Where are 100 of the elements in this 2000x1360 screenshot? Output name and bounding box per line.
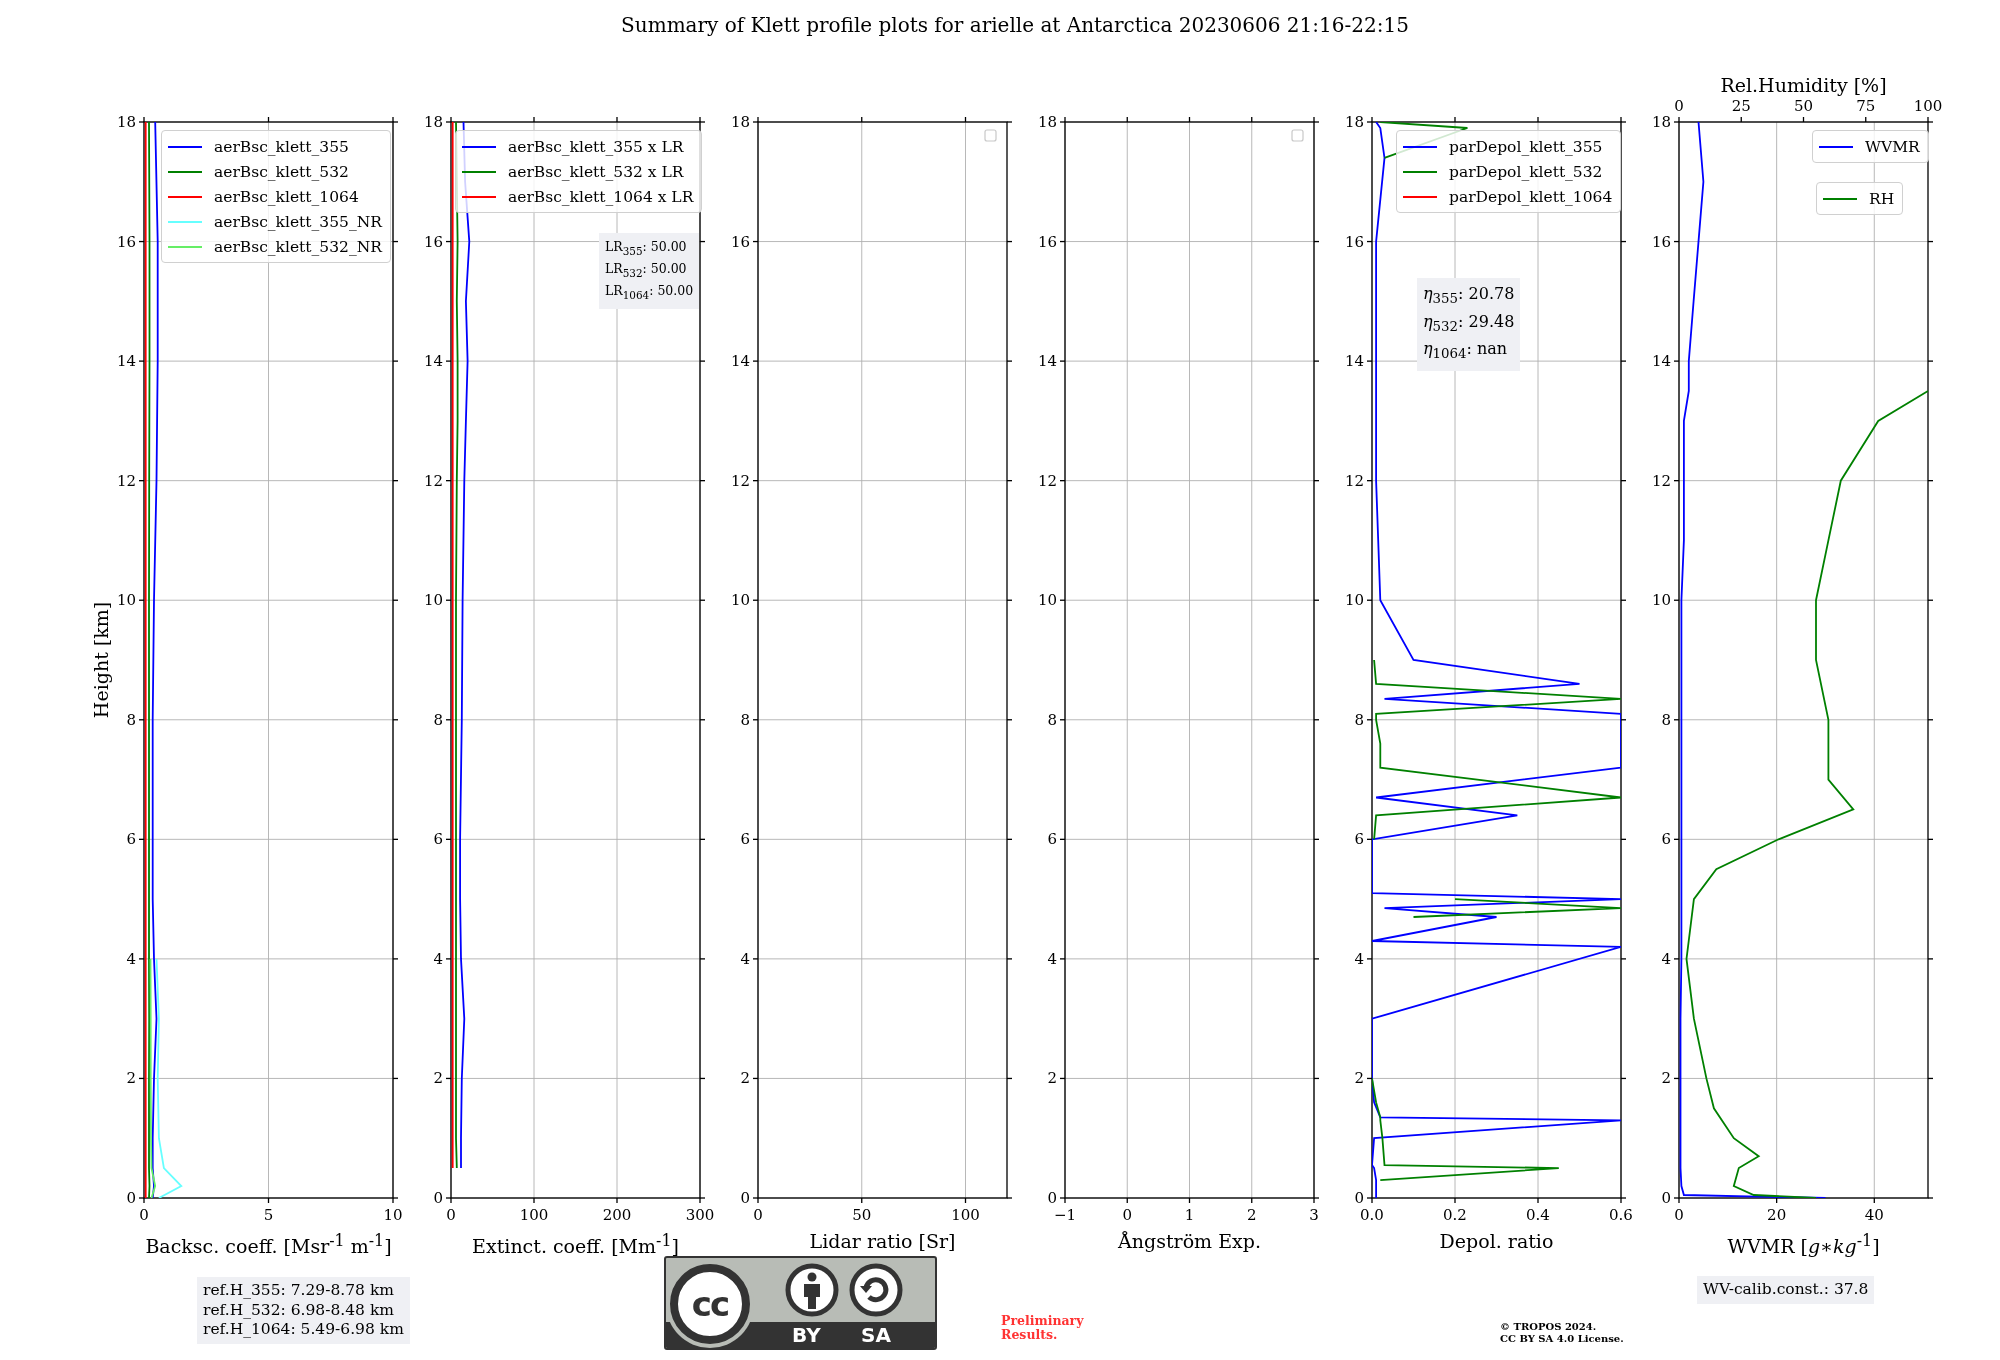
tick-label: 14 (423, 352, 443, 371)
tick-label: 8 (1354, 710, 1364, 729)
tick-label: 0 (1354, 1189, 1364, 1207)
axis-label: Backsc. coeff. [Msr$^{-1}$ m$^{-1}$] (145, 1230, 392, 1258)
tick-label: 300 (685, 1206, 715, 1224)
tick-label: 2 (1247, 1206, 1257, 1224)
tick-label: 12 (116, 471, 136, 490)
legend-label: aerBsc_klett_1064 x LR (508, 187, 694, 206)
legend-label: aerBsc_klett_355 x LR (508, 137, 684, 156)
annotation-text: ref.H_355: 7.29-8.78 km (203, 1281, 395, 1301)
tick-label: 0.4 (1526, 1206, 1550, 1224)
tick-label: 40 (1864, 1206, 1884, 1224)
tick-label: 0 (740, 1189, 750, 1207)
tick-label: 8 (740, 710, 750, 729)
legend-label: parDepol_klett_532 (1449, 162, 1603, 181)
tick-label: 75 (1856, 97, 1876, 115)
tick-label: 12 (1651, 471, 1671, 490)
annotation-text: LR$_{532}$: 50.00 (605, 260, 688, 281)
tick-label: 10 (383, 1206, 403, 1224)
tick-label: 6 (1661, 830, 1671, 849)
tick-label: 6 (433, 830, 443, 849)
tick-label: 50 (1793, 97, 1814, 115)
tick-label: 14 (1344, 352, 1364, 371)
tick-label: 0 (446, 1206, 456, 1224)
tick-label: 0 (1661, 1189, 1671, 1207)
annotation-text: ref.H_532: 6.98-8.48 km (203, 1300, 395, 1320)
tick-label: 12 (730, 471, 750, 490)
tick-label: 2 (1047, 1069, 1057, 1088)
axis-label: Ångström Exp. (1118, 1229, 1261, 1254)
axis-label: WVMR [g∗kg$^{-1}$] (1727, 1230, 1880, 1258)
tick-label: 12 (1037, 471, 1057, 490)
annotation-text: LR$_{355}$: 50.00 (605, 238, 688, 259)
tick-label: 18 (423, 113, 443, 131)
tick-label: 0 (1122, 1206, 1132, 1224)
tick-label: 0 (1674, 97, 1684, 115)
tick-label: 10 (116, 591, 136, 610)
annotation-text: LR$_{1064}$: 50.00 (605, 282, 694, 303)
cc-logo: cc (670, 1264, 750, 1344)
tick-label: 14 (116, 352, 136, 371)
tick-label: 5 (263, 1206, 274, 1224)
tick-label: 14 (1651, 352, 1671, 371)
tick-label: −1 (1053, 1206, 1077, 1224)
tick-label: 25 (1731, 97, 1751, 115)
legend-label: aerBsc_klett_1064 (214, 187, 359, 206)
tick-label: 6 (1354, 830, 1364, 849)
legend-label: RH (1869, 189, 1895, 208)
tick-label: 16 (1344, 232, 1364, 251)
axis-label: Rel.Humidity [%] (1720, 74, 1887, 96)
tick-label: 18 (116, 113, 136, 131)
tick-label: 2 (433, 1069, 443, 1088)
tick-label: 2 (126, 1069, 136, 1088)
figure-title: Summary of Klett profile plots for arielle at Antarctica 20230606 21:16-22:15 (621, 13, 1409, 37)
tick-label: 0 (139, 1206, 149, 1224)
tick-label: 16 (1037, 232, 1057, 251)
tick-label: 0 (126, 1189, 136, 1207)
tick-label: 14 (1037, 352, 1057, 371)
tick-label: 0.0 (1360, 1206, 1384, 1224)
tick-label: 4 (1354, 949, 1364, 968)
tick-label: 12 (423, 471, 443, 490)
tick-label: 18 (1037, 113, 1057, 131)
tick-label: 1 (1184, 1206, 1195, 1224)
tick-label: 50 (852, 1206, 872, 1224)
tick-label: 16 (1651, 232, 1671, 251)
tick-label: 0.6 (1609, 1206, 1633, 1224)
tick-label: 100 (951, 1206, 980, 1224)
tick-label: 8 (433, 710, 443, 729)
tick-label: 200 (602, 1206, 632, 1224)
tick-label: 0.2 (1443, 1206, 1467, 1224)
tick-label: 2 (1661, 1069, 1671, 1088)
annotation-text: ref.H_1064: 5.49-6.98 km (203, 1320, 404, 1340)
person-icon (784, 1262, 840, 1318)
tick-label: 8 (1661, 710, 1671, 729)
axis-label: Extinct. coeff. [Mm$^{-1}$] (472, 1230, 679, 1258)
tick-label: 10 (1037, 591, 1057, 610)
legend-label: aerBsc_klett_532 (214, 162, 349, 181)
annotation-text: WV-calib.const.: 37.8 (1703, 1280, 1869, 1300)
axis-label: Depol. ratio (1439, 1229, 1554, 1254)
tick-label: 2 (740, 1069, 750, 1088)
preliminary-note: Preliminary Results. (1001, 1314, 1085, 1342)
annotation-text: η$_{355}$: 20.78 (1423, 283, 1515, 309)
tick-label: 10 (730, 591, 750, 610)
tick-label: 10 (1344, 591, 1364, 610)
tick-label: 12 (1344, 471, 1364, 490)
annotation-text: η$_{532}$: 29.48 (1423, 310, 1515, 336)
tick-label: 20 (1767, 1206, 1787, 1224)
copyright-text: © TROPOS 2024. (1500, 1321, 1598, 1333)
legend-label: aerBsc_klett_355 (214, 137, 349, 156)
tick-label: 4 (1047, 949, 1057, 968)
tick-label: 6 (1047, 830, 1057, 849)
tick-label: 0 (753, 1206, 763, 1224)
tick-label: 100 (519, 1206, 549, 1224)
tick-label: 0 (1674, 1206, 1684, 1224)
tick-label: 3 (1309, 1206, 1319, 1224)
annotation-text: η$_{1064}$: nan (1423, 338, 1509, 364)
tick-label: 100 (1913, 97, 1943, 115)
tick-label: 16 (116, 232, 136, 251)
tick-label: 8 (126, 710, 136, 729)
legend-label: aerBsc_klett_532 x LR (508, 162, 684, 181)
tick-label: 2 (1354, 1069, 1364, 1088)
tick-label: 14 (730, 352, 750, 371)
